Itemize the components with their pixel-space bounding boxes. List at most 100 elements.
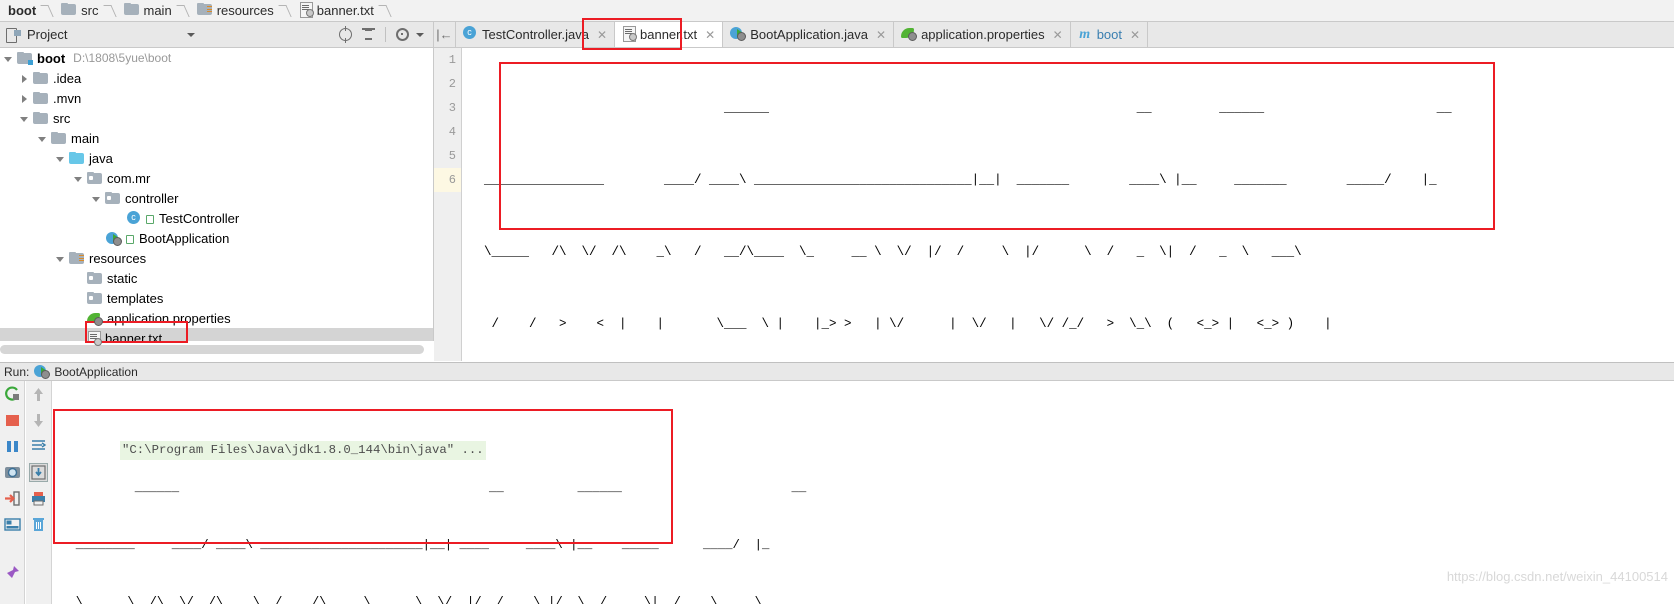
twisty-icon[interactable] [2,52,15,65]
spring-leaf-icon [87,311,103,326]
tab-boot-maven[interactable]: m boot ✕ [1070,22,1149,47]
run-tool-title: Run: [4,364,30,379]
tab-testcontroller-java[interactable]: TestController.java ✕ [456,22,616,47]
scroll-to-end-icon[interactable] [29,463,48,482]
resources-folder-icon [196,3,212,18]
tab-banner-txt[interactable]: banner.txt ✕ [615,22,724,47]
pin-icon[interactable] [4,564,21,581]
collapse-all-icon[interactable] [362,28,375,41]
twisty-icon[interactable] [72,172,85,185]
tree-horizontal-scrollbar[interactable] [0,341,434,361]
tree-item-label: controller [125,190,179,206]
tree-row[interactable]: BootApplication [0,228,433,248]
twisty-icon[interactable] [18,72,31,85]
toolbar-divider [385,27,386,42]
source-folder-icon [69,152,84,164]
code-line: ______ __ ______ __ [469,101,1505,115]
tree-row[interactable]: com.mr [0,168,433,188]
java-class-icon [127,211,141,225]
folder-icon [123,3,139,18]
tree-item-label: .idea [53,70,82,86]
line-number: 4 [448,125,456,139]
tree-item-label: static [107,270,138,286]
tree-item-label: templates [107,290,164,306]
rerun-icon[interactable] [4,386,21,403]
tab-bootapplication-java[interactable]: BootApplication.java ✕ [723,22,895,47]
package-icon [87,272,102,284]
breadcrumb-item-boot[interactable]: boot [0,0,55,22]
editor-tab-bar: |← TestController.java ✕ banner.txt ✕ Bo… [434,22,1674,48]
close-icon[interactable]: ✕ [1130,28,1140,42]
layout-icon[interactable] [3,516,21,533]
line-number: 1 [448,53,456,67]
breadcrumb-label: main [143,3,172,18]
scroll-up-icon[interactable] [30,386,47,403]
tree-row[interactable]: TestController [0,208,433,228]
breadcrumb-label: resources [216,3,274,18]
twisty-icon[interactable] [36,132,49,145]
print-icon[interactable] [30,490,47,507]
tab-application-properties[interactable]: application.properties ✕ [894,22,1071,47]
line-number-current: 6 [434,168,461,192]
tree-item-label: .mvn [53,90,82,106]
code-line: ________________ ____/ ____\ ___________… [469,173,1482,187]
close-icon[interactable]: ✕ [597,28,607,42]
run-tool-window: "C:\Program Files\Java\jdk1.8.0_144\bin\… [0,381,1674,604]
exit-icon[interactable] [4,490,21,507]
tab-label: banner.txt [640,27,698,42]
tree-row[interactable]: main [0,128,433,148]
settings-gear-icon[interactable] [396,28,409,41]
txt-file-icon [299,2,314,19]
project-tree[interactable]: boot D:\1808\5yue\boot .idea .mvn src ma… [0,48,434,361]
project-tool-title: Project [27,27,68,42]
tab-list-icon[interactable]: |← [434,22,456,47]
editor-code-area[interactable]: ______ __ ______ __ ________________ ___… [463,48,1674,361]
close-icon[interactable]: ✕ [705,28,715,42]
tree-row[interactable]: templates [0,288,433,308]
console-command-line: "C:\Program Files\Java\jdk1.8.0_144\bin\… [120,441,486,460]
scroll-down-icon[interactable] [30,412,47,429]
pause-icon[interactable] [4,438,21,455]
tree-item-label: com.mr [107,170,151,186]
idea-window: boot src main resources banner.txt Proje… [0,0,1674,604]
stop-icon[interactable] [4,412,21,429]
run-config-name[interactable]: BootApplication [54,365,137,379]
tree-row[interactable]: src [0,108,433,128]
screenshot-icon[interactable] [4,464,21,481]
tree-row[interactable]: .idea [0,68,433,88]
twisty-icon[interactable] [54,152,67,165]
editor-banner-txt[interactable]: 1 2 3 4 5 6 ______ __ ______ __ ________… [434,48,1674,361]
trash-icon[interactable] [30,516,47,533]
tree-row[interactable]: application.properties [0,308,433,328]
resources-folder-icon [69,252,84,264]
tree-item-label: boot [37,50,66,66]
tree-row[interactable]: controller [0,188,433,208]
module-folder-icon [17,52,33,65]
breadcrumb-item-banner-txt[interactable]: banner.txt [293,0,393,22]
tree-row[interactable]: .mvn [0,88,433,108]
settings-chevron-down-icon[interactable] [416,32,424,37]
folder-icon [33,92,48,104]
tree-row[interactable]: java [0,148,433,168]
chevron-down-icon[interactable] [187,32,196,37]
twisty-icon[interactable] [54,252,67,265]
locate-icon[interactable] [339,26,352,43]
close-icon[interactable]: ✕ [876,28,886,42]
breadcrumb-item-src[interactable]: src [55,0,117,22]
tree-row[interactable]: resources [0,248,433,268]
spring-boot-run-icon [730,26,747,43]
twisty-icon[interactable] [18,92,31,105]
console-output[interactable]: "C:\Program Files\Java\jdk1.8.0_144\bin\… [53,381,1674,604]
twisty-icon[interactable] [90,192,103,205]
tree-item-label: src [53,110,71,126]
run-tool-window-header: Run: BootApplication [0,362,1674,381]
tree-row[interactable]: boot D:\1808\5yue\boot [0,48,433,68]
breadcrumb-item-resources[interactable]: resources [191,0,293,22]
twisty-icon[interactable] [18,112,31,125]
close-icon[interactable]: ✕ [1053,28,1063,42]
breadcrumb-item-main[interactable]: main [118,0,191,22]
java-class-icon [463,26,477,43]
tree-row[interactable]: static [0,268,433,288]
package-icon [87,172,102,184]
soft-wrap-icon[interactable] [30,438,47,455]
